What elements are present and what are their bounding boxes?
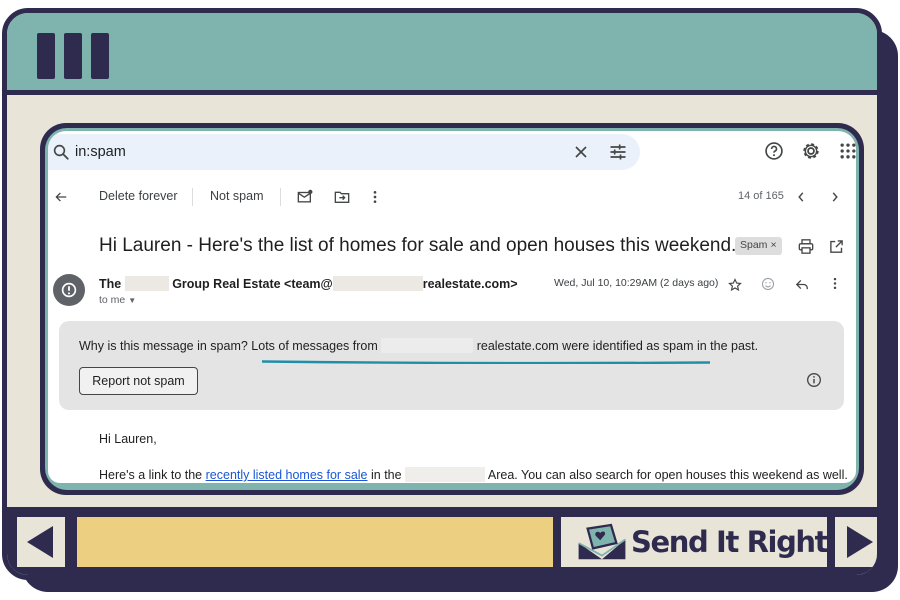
email-greeting: Hi Lauren, xyxy=(99,432,157,446)
more-vert-icon[interactable] xyxy=(832,277,838,290)
title-bar-stripe xyxy=(37,33,55,79)
homes-for-sale-link[interactable]: recently listed homes for sale xyxy=(206,468,368,482)
title-bar-stripe xyxy=(64,33,82,79)
triangle-left-icon xyxy=(27,526,53,558)
emoji-icon[interactable] xyxy=(761,277,775,291)
sender-suffix: realestate.com> xyxy=(422,277,518,291)
gmail-window: in:spam Delete forever Not spam 14 of 16… xyxy=(48,131,856,483)
brand-logo-text: Send It Right xyxy=(631,525,829,559)
recipient-dropdown[interactable]: to me ▼ xyxy=(99,294,136,306)
alert-circle-icon xyxy=(61,282,77,298)
chevron-down-icon: ▼ xyxy=(128,296,137,305)
print-icon[interactable] xyxy=(798,239,814,254)
retro-window: in:spam Delete forever Not spam 14 of 16… xyxy=(2,8,882,580)
redacted-text xyxy=(381,338,474,353)
spam-warning-question: Why is this message in spam? xyxy=(79,339,248,353)
star-icon[interactable] xyxy=(728,278,742,292)
sender-middle: Group Real Estate <team@ xyxy=(172,277,333,291)
highlight-underline xyxy=(262,360,710,364)
reply-icon[interactable] xyxy=(795,278,809,291)
toolbar-divider xyxy=(192,188,193,206)
avatar[interactable] xyxy=(53,274,85,306)
email-date: Wed, Jul 10, 10:29AM (2 days ago) xyxy=(554,277,719,289)
next-button[interactable] xyxy=(835,517,877,567)
open-new-window-icon[interactable] xyxy=(829,239,844,254)
not-spam-button[interactable]: Not spam xyxy=(210,189,264,203)
search-input[interactable]: in:spam xyxy=(75,144,126,160)
redacted-text xyxy=(405,467,486,482)
spam-warning-reason: Lots of messages from xyxy=(251,339,378,353)
spam-warning-text: Why is this message in spam? Lots of mes… xyxy=(79,338,758,353)
chevron-left-icon[interactable] xyxy=(796,191,806,203)
info-icon[interactable] xyxy=(806,372,822,388)
address-bar[interactable] xyxy=(77,517,553,567)
sender-prefix: The xyxy=(99,277,122,291)
body-text: Area. You can also search for open house… xyxy=(487,468,848,482)
more-vert-icon[interactable] xyxy=(371,190,379,204)
move-to-icon[interactable] xyxy=(334,190,350,204)
envelope-heart-icon xyxy=(578,523,626,560)
body-text: in the xyxy=(371,468,402,482)
redacted-text xyxy=(124,276,169,291)
toolbar-divider xyxy=(280,188,281,206)
gear-icon[interactable] xyxy=(800,140,822,162)
title-bar xyxy=(7,13,877,95)
back-arrow-icon[interactable] xyxy=(54,190,68,204)
delete-forever-button[interactable]: Delete forever xyxy=(99,189,178,203)
close-icon[interactable] xyxy=(571,142,591,162)
brand-logo: Send It Right xyxy=(561,517,829,567)
apps-icon[interactable] xyxy=(838,141,856,161)
body-text: Here's a link to the xyxy=(99,468,203,482)
previous-button[interactable] xyxy=(17,517,65,567)
search-bar[interactable]: in:spam xyxy=(48,134,640,170)
spam-label-chip[interactable]: Spam × xyxy=(735,237,782,255)
redacted-text xyxy=(332,276,423,291)
title-bar-stripe xyxy=(91,33,109,79)
recipient-label: to me xyxy=(99,294,126,306)
spam-warning-reason-end: realestate.com were identified as spam i… xyxy=(476,339,759,353)
triangle-right-icon xyxy=(847,526,873,558)
chevron-right-icon[interactable] xyxy=(830,191,840,203)
help-icon[interactable] xyxy=(764,141,784,161)
mark-unread-icon[interactable] xyxy=(297,189,313,204)
spam-label-remove[interactable]: × xyxy=(770,239,776,251)
tune-icon[interactable] xyxy=(608,142,628,162)
message-count: 14 of 165 xyxy=(738,190,784,202)
sender-name: The Group Real Estate <team@ realestate.c… xyxy=(99,276,518,291)
search-icon[interactable] xyxy=(52,143,70,161)
email-subject: Hi Lauren - Here's the list of homes for… xyxy=(99,235,747,256)
email-body-line: Here's a link to the recently listed hom… xyxy=(99,467,848,482)
spam-label-text: Spam xyxy=(740,239,768,251)
spam-warning-banner: Why is this message in spam? Lots of mes… xyxy=(59,321,844,410)
report-not-spam-button[interactable]: Report not spam xyxy=(79,367,198,395)
